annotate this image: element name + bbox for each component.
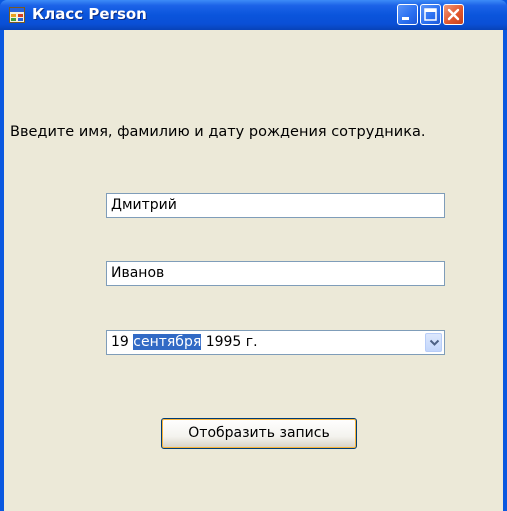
maximize-button[interactable] <box>420 4 441 25</box>
first-name-field[interactable]: Дмитрий <box>106 193 445 218</box>
window-title: Класс Person <box>32 5 147 23</box>
form-icon <box>9 7 25 23</box>
date-value: 19 сентября 1995 г. <box>111 331 258 354</box>
instruction-label: Введите имя, фамилию и дату рождения сот… <box>10 124 426 140</box>
app-window: Класс Person Введите имя, фамилию и дату… <box>0 0 507 511</box>
date-month-selected: сентября <box>133 334 202 350</box>
date-year: 1995 г. <box>201 334 258 350</box>
show-record-button[interactable]: Отобразить запись <box>161 418 357 449</box>
chevron-down-icon <box>429 339 440 346</box>
birth-date-picker[interactable]: 19 сентября 1995 г. <box>106 330 445 355</box>
minimize-icon <box>402 17 409 20</box>
date-day: 19 <box>111 334 134 350</box>
close-icon <box>447 8 460 21</box>
maximize-icon <box>424 8 437 21</box>
minimize-button[interactable] <box>397 4 418 25</box>
close-button[interactable] <box>443 4 464 25</box>
last-name-field[interactable]: Иванов <box>106 261 445 286</box>
date-dropdown-button[interactable] <box>425 333 442 352</box>
title-bar[interactable]: Класс Person <box>0 0 507 30</box>
